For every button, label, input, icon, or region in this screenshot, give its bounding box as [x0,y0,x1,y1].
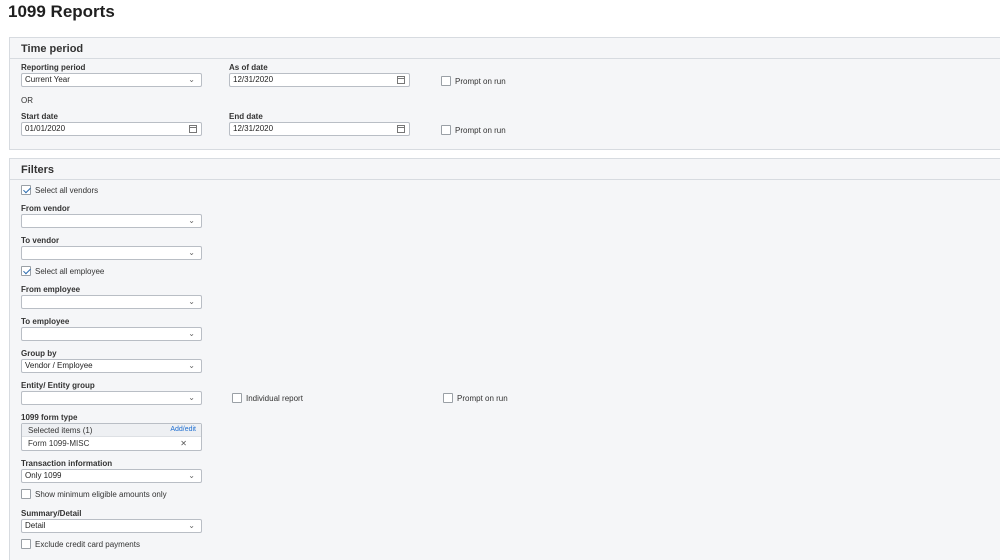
show-min-eligible-label: Show minimum eligible amounts only [35,490,167,499]
select-all-employee-checkbox[interactable] [21,266,31,276]
form-type-label: 1099 form type [21,413,78,422]
end-date-label: End date [229,112,263,121]
calendar-icon[interactable] [397,125,405,133]
entity-group-label: Entity/ Entity group [21,381,95,390]
from-vendor-select[interactable]: ⌄ [21,214,202,228]
form-type-multiselect: Selected items (1) Add/edit Form 1099-MI… [21,423,202,451]
transaction-info-label: Transaction information [21,459,113,468]
start-date-input[interactable]: 01/01/2020 [21,122,202,136]
summary-detail-label: Summary/Detail [21,509,82,518]
start-date-label: Start date [21,112,58,121]
summary-detail-value: Detail [25,521,46,530]
chevron-down-icon: ⌄ [188,216,195,225]
end-date-value: 12/31/2020 [233,124,274,133]
chevron-down-icon: ⌄ [188,297,195,306]
from-employee-select[interactable]: ⌄ [21,295,202,309]
prompt-on-run-label-3: Prompt on run [457,394,508,403]
chevron-down-icon: ⌄ [188,248,195,257]
time-period-header: Time period [10,38,1000,59]
chevron-down-icon: ⌄ [188,329,195,338]
reporting-period-select[interactable]: Current Year ⌄ [21,73,202,87]
group-by-label: Group by [21,349,57,358]
transaction-info-value: Only 1099 [25,471,62,480]
close-icon[interactable]: ✕ [180,439,187,448]
group-by-value: Vendor / Employee [25,361,93,370]
time-period-title: Time period [21,43,84,55]
to-employee-label: To employee [21,317,70,326]
prompt-on-run-label-1: Prompt on run [455,77,506,86]
reporting-period-value: Current Year [25,75,70,84]
select-all-vendors-checkbox[interactable] [21,185,31,195]
prompt-on-run-checkbox-3[interactable] [443,393,453,403]
transaction-info-select[interactable]: Only 1099 ⌄ [21,469,202,483]
select-all-vendors-label: Select all vendors [35,186,99,195]
prompt-on-run-checkbox-1[interactable] [441,76,451,86]
to-employee-select[interactable]: ⌄ [21,327,202,341]
exclude-credit-card-label: Exclude credit card payments [35,540,140,549]
as-of-date-label: As of date [229,63,268,72]
group-by-select[interactable]: Vendor / Employee ⌄ [21,359,202,373]
chevron-down-icon: ⌄ [188,471,195,480]
as-of-date-input[interactable]: 12/31/2020 [229,73,410,87]
start-date-value: 01/01/2020 [25,124,66,133]
individual-report-checkbox[interactable] [232,393,242,403]
time-period-panel: Time period Reporting period Current Yea… [9,37,1000,150]
calendar-icon[interactable] [189,125,197,133]
page-title: 1099 Reports [8,2,115,21]
to-vendor-label: To vendor [21,236,60,245]
chevron-down-icon: ⌄ [188,393,195,402]
prompt-on-run-checkbox-2[interactable] [441,125,451,135]
reporting-period-label: Reporting period [21,63,86,72]
form-item: Form 1099-MISC [28,439,90,448]
chevron-down-icon: ⌄ [188,75,195,84]
chevron-down-icon: ⌄ [188,521,195,530]
to-vendor-select[interactable]: ⌄ [21,246,202,260]
summary-detail-select[interactable]: Detail ⌄ [21,519,202,533]
entity-group-select[interactable]: ⌄ [21,391,202,405]
selected-items-count: Selected items (1) [28,426,93,435]
select-all-employee-label: Select all employee [35,267,105,276]
chevron-down-icon: ⌄ [188,361,195,370]
selected-items-header: Selected items (1) Add/edit [22,424,201,437]
exclude-credit-card-checkbox[interactable] [21,539,31,549]
add-edit-link[interactable]: Add/edit [170,426,196,433]
prompt-on-run-label-2: Prompt on run [455,126,506,135]
or-label: OR [21,96,33,105]
end-date-input[interactable]: 12/31/2020 [229,122,410,136]
calendar-icon[interactable] [397,76,405,84]
filters-header: Filters [10,159,1000,180]
filters-panel: Filters Select all vendors From vendor ⌄… [9,158,1000,560]
from-employee-label: From employee [21,285,81,294]
from-vendor-label: From vendor [21,204,70,213]
show-min-eligible-checkbox[interactable] [21,489,31,499]
individual-report-label: Individual report [246,394,303,403]
as-of-date-value: 12/31/2020 [233,75,274,84]
filters-title: Filters [21,164,55,176]
